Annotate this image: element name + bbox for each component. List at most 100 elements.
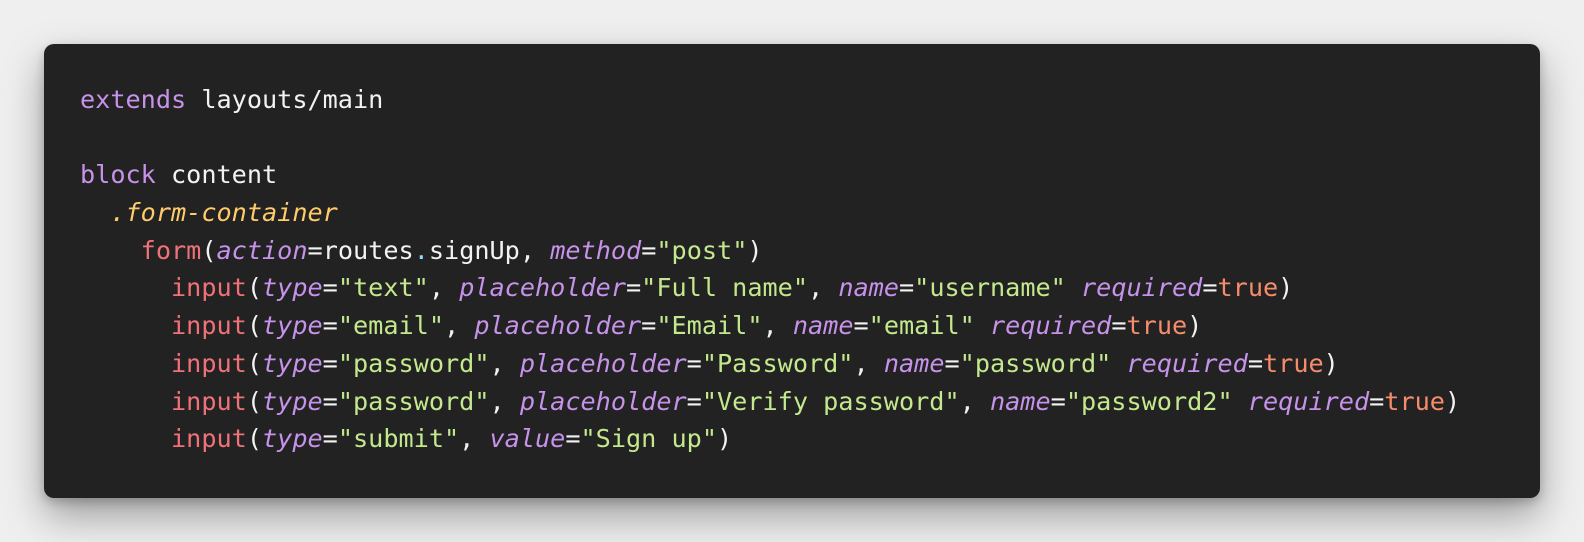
code-token-plain: = <box>686 348 702 378</box>
code-token-str: "Password" <box>701 348 854 378</box>
code-token-plain: ) <box>747 235 763 265</box>
code-token-cls: .form-container <box>110 198 338 228</box>
code-token-plain: = <box>1247 348 1263 378</box>
code-line: form(action=routes.signUp, method="post"… <box>80 232 1540 270</box>
code-token-plain: content <box>171 160 278 190</box>
code-token-tag: input <box>171 273 247 303</box>
code-token-bool: true <box>1263 348 1324 378</box>
code-token-plain: , <box>959 386 990 416</box>
code-token-bool: true <box>1217 273 1279 303</box>
code-token-plain: ) <box>1187 311 1203 341</box>
code-token-attr: required <box>990 311 1112 341</box>
code-token-attr: required <box>1081 273 1203 303</box>
code-token-plain: , <box>807 273 839 303</box>
code-token-attr: required <box>1247 386 1370 416</box>
code-token-plain: layouts/main <box>201 85 384 114</box>
code-token-kw: block <box>80 160 156 190</box>
code-token-plain: = <box>322 311 338 341</box>
code-token-str: "password" <box>337 386 490 416</box>
code-token-plain: ( <box>246 348 262 378</box>
code-token-str: "Verify password" <box>701 386 960 416</box>
code-token-str: "email" <box>868 311 975 341</box>
code-token-plain: signUp <box>428 235 520 265</box>
code-token-str: "Sign up" <box>580 424 717 454</box>
code-line: .form-container <box>80 194 1540 232</box>
code-token-plain: = <box>626 273 642 303</box>
code-token-plain: = <box>307 235 323 265</box>
code-token-str: "password" <box>959 348 1112 378</box>
code-token-plain: = <box>322 386 338 416</box>
code-token-plain: = <box>641 311 657 341</box>
code-token-tag: form <box>140 235 202 265</box>
code-token-plain: , <box>489 348 520 378</box>
code-token-plain: = <box>322 424 338 454</box>
code-line: input(type="text", placeholder="Full nam… <box>80 269 1540 307</box>
code-token-attr: name <box>883 348 945 378</box>
code-token-plain: ) <box>1278 273 1294 303</box>
code-token-bool: true <box>1126 311 1188 341</box>
code-token-plain: = <box>641 235 657 265</box>
code-token-attr: type <box>262 424 323 454</box>
code-token-attr: action <box>216 235 308 265</box>
code-token-attr: required <box>1126 348 1248 378</box>
code-token-attr: placeholder <box>474 311 642 341</box>
code-line: block content <box>80 156 1540 194</box>
code-token-attr: type <box>262 311 323 341</box>
code-content[interactable]: extends layouts/main block content .form-… <box>80 81 1540 458</box>
code-token-dot: . <box>413 235 429 265</box>
code-token-attr: method <box>550 235 642 265</box>
code-line: extends layouts/main <box>80 81 1540 119</box>
code-token-plain: ( <box>246 311 262 341</box>
code-token-plain: ) <box>1323 348 1339 378</box>
code-token-attr: placeholder <box>519 348 687 378</box>
code-token-plain: = <box>1202 273 1218 303</box>
code-token-attr: type <box>262 386 323 416</box>
code-token-attr: name <box>792 311 854 341</box>
code-token-tag: input <box>171 386 247 416</box>
code-token-attr: value <box>489 424 566 454</box>
code-line: input(type="submit", value="Sign up") <box>80 420 1540 458</box>
code-token-str: "text" <box>337 273 429 303</box>
code-token-bool: true <box>1384 386 1445 416</box>
code-line: input(type="password", placeholder="Pass… <box>80 345 1540 383</box>
code-token-str: "Email" <box>656 311 763 341</box>
code-token-str: "submit" <box>337 424 460 454</box>
code-token-plain: = <box>1369 386 1385 416</box>
code-token-plain: routes <box>322 235 414 265</box>
code-token-attr: name <box>838 273 899 303</box>
code-token-tag: input <box>171 348 247 378</box>
code-token-plain: , <box>762 311 793 341</box>
code-token-str: "email" <box>337 311 444 341</box>
code-token-plain: = <box>565 424 581 454</box>
code-token-plain: , <box>444 311 475 341</box>
code-token-plain: = <box>322 273 338 303</box>
code-token-plain: , <box>853 348 884 378</box>
code-token-plain: , <box>459 424 490 454</box>
code-token-attr: type <box>262 273 323 303</box>
code-token-plain: = <box>1050 386 1066 416</box>
code-token-plain: , <box>428 273 460 303</box>
code-token-plain: ( <box>246 386 262 416</box>
code-token-str: "password2" <box>1065 386 1233 416</box>
code-token-plain: ( <box>201 235 217 265</box>
code-token-str: "username" <box>914 273 1066 303</box>
code-token-plain: ) <box>717 424 733 454</box>
code-token-plain: = <box>899 273 915 303</box>
code-token-plain: ( <box>246 273 262 303</box>
code-token-attr: placeholder <box>519 386 687 416</box>
code-token-kw: extends <box>80 85 187 114</box>
code-line: input(type="password", placeholder="Veri… <box>80 383 1540 421</box>
code-token-plain: = <box>853 311 869 341</box>
code-token-tag: input <box>171 311 247 341</box>
code-token-plain: ) <box>1444 386 1461 416</box>
